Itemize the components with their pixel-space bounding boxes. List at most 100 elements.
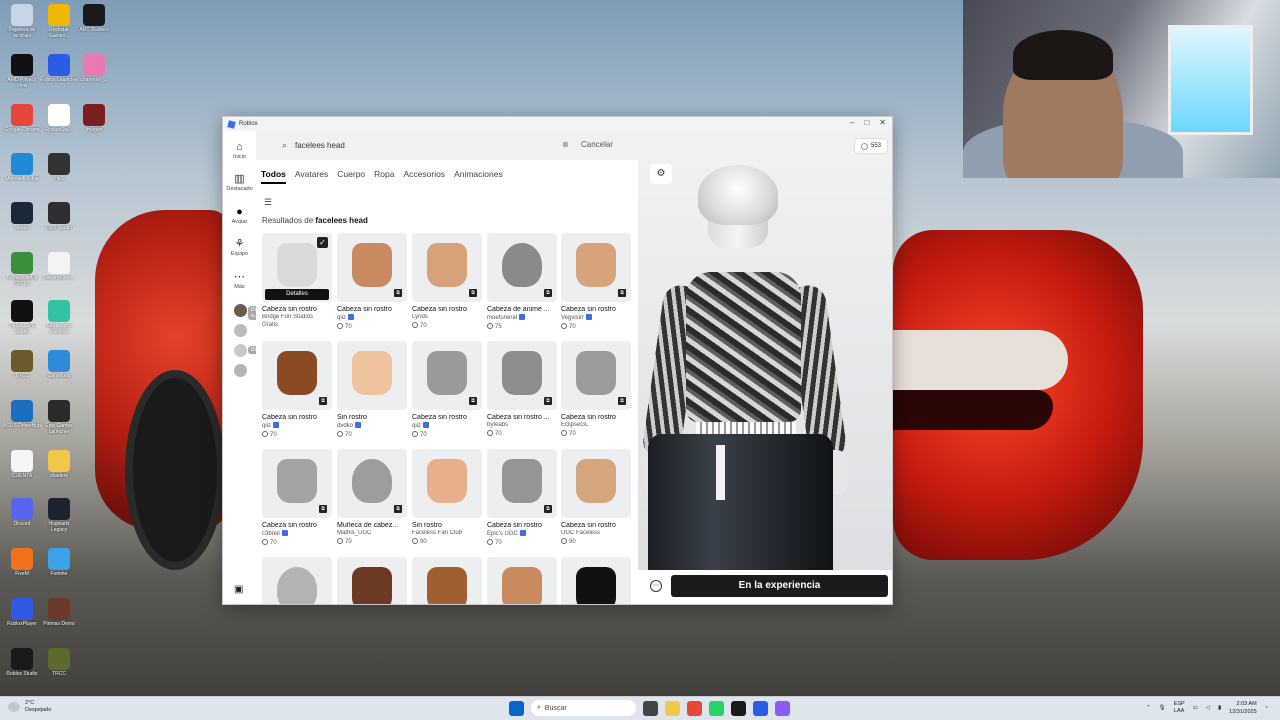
desktop-icon[interactable]: Papelera de reciclaje xyxy=(3,4,41,39)
desktop-icon[interactable]: TechPowerUp GPU-Z xyxy=(3,252,41,287)
friend-avatar[interactable] xyxy=(234,304,247,317)
clock[interactable]: 2:03 AM 12/31/2025 xyxy=(1229,700,1257,716)
catalog-item[interactable] xyxy=(561,557,631,604)
catalog-item[interactable]: ⧉ Cabeza sin rostro Lyrids 70 xyxy=(412,233,482,329)
item-creator[interactable]: Faceless Fan Club xyxy=(412,530,482,536)
desktop-icon[interactable]: Fortnite xyxy=(40,548,78,583)
desktop-icon[interactable]: Streamlabs Desktop xyxy=(40,300,78,335)
catalog-item[interactable]: ⧉ Cabeza sin rostro ... byteabs 70 xyxy=(487,341,557,437)
item-creator[interactable]: qiiz xyxy=(337,314,407,321)
taskbar-search[interactable]: ⌕ Buscar xyxy=(531,700,636,716)
desktop-icon[interactable]: ARC Raiders xyxy=(75,4,113,39)
item-thumbnail[interactable] xyxy=(262,557,332,604)
battery-icon[interactable]: ▮ xyxy=(1218,705,1221,711)
tab-avatares[interactable]: Avatares xyxy=(295,169,328,184)
desktop-icon[interactable]: Steam xyxy=(3,202,41,237)
desktop-icon[interactable]: Epic Games Launcher xyxy=(40,400,78,435)
catalog-item[interactable]: ⧉ Cabeza sin rostro EclipseGL 70 xyxy=(561,341,631,437)
search-input[interactable]: facelees head xyxy=(295,141,345,150)
taskbar-app-icon[interactable] xyxy=(731,700,746,716)
item-creator[interactable]: Mathis_UGC xyxy=(337,530,407,536)
item-thumbnail[interactable]: ⧉ xyxy=(561,233,631,302)
checkmark-icon[interactable]: ✓ xyxy=(317,237,328,248)
catalog-item[interactable] xyxy=(262,557,332,604)
sidebar-item-avatar[interactable]: ● Avatar xyxy=(223,206,256,225)
desktop-icon[interactable]: Roblox Studio xyxy=(3,648,41,683)
item-thumbnail[interactable]: ⧉ xyxy=(337,449,407,518)
desktop-icon[interactable]: Microsoft Edge xyxy=(3,153,41,188)
taskbar-app-icon[interactable] xyxy=(753,700,768,716)
item-thumbnail[interactable]: ⧉ xyxy=(262,341,332,410)
item-thumbnail[interactable]: ⧉ xyxy=(412,341,482,410)
desktop-icon[interactable]: Pirimas Demo xyxy=(40,598,78,633)
cancel-button[interactable]: Cancelar xyxy=(581,140,613,149)
tab-accesorios[interactable]: Accesorios xyxy=(403,169,445,184)
catalog-item[interactable] xyxy=(337,557,407,604)
taskbar-app-icon[interactable] xyxy=(643,700,658,716)
notifications-icon[interactable]: ◔ xyxy=(1265,705,1268,711)
robux-balance[interactable]: 553 xyxy=(854,138,888,154)
catalog-item[interactable]: ⧉ Cabeza sin rostro qiiz 70 xyxy=(337,233,407,330)
close-button[interactable]: ✕ xyxy=(879,118,886,127)
item-thumbnail[interactable]: ✓ Detalles xyxy=(262,233,332,302)
catalog-item[interactable]: ⧉ Cabeza sin rostro Vegvisirr 70 xyxy=(561,233,631,330)
item-creator[interactable]: moefuneral xyxy=(487,314,557,321)
item-thumbnail[interactable]: ⧉ xyxy=(487,341,557,410)
desktop-icon[interactable]: Hogwarts Legacy xyxy=(40,498,78,533)
language-indicator[interactable]: ESP LAA xyxy=(1174,701,1185,715)
network-icon[interactable]: ▭ xyxy=(1193,705,1198,711)
desktop-icon[interactable]: CUENTA xyxy=(3,450,41,485)
item-creator[interactable]: dvdko xyxy=(337,422,407,429)
item-creator[interactable]: EclipseGL xyxy=(561,422,631,428)
desktop-icon[interactable]: TikTok LIVE Studio xyxy=(3,300,41,335)
tab-animaciones[interactable]: Animaciones xyxy=(454,169,503,184)
item-thumbnail[interactable]: ⧉ xyxy=(561,341,631,410)
item-thumbnail[interactable]: ⧉ xyxy=(487,233,557,302)
item-thumbnail[interactable]: ⧉ xyxy=(487,449,557,518)
item-creator[interactable]: byteabs xyxy=(487,422,557,428)
item-thumbnail[interactable] xyxy=(337,341,407,410)
taskbar-app-icon[interactable] xyxy=(665,700,680,716)
item-thumbnail[interactable]: ⧉ xyxy=(262,449,332,518)
minimize-button[interactable]: – xyxy=(850,118,854,127)
item-creator[interactable]: Bridge Fun Studios xyxy=(262,314,332,320)
item-thumbnail[interactable] xyxy=(412,557,482,604)
weather-widget[interactable]: 2°C Despejado xyxy=(8,700,51,714)
desktop-icon[interactable]: Discord xyxy=(3,498,41,533)
catalog-item[interactable]: ✓ Detalles Cabeza sin rostro Bridge Fun Stu… xyxy=(262,233,332,328)
desktop-icon[interactable]: StreamElem... xyxy=(40,252,78,287)
item-creator[interactable]: Vegvisirr xyxy=(561,314,631,321)
preview-settings-icon[interactable]: ⚙ xyxy=(650,164,672,184)
item-thumbnail[interactable] xyxy=(487,557,557,604)
desktop-icon[interactable]: Roblox Launcher xyxy=(40,54,78,89)
desktop-icon[interactable]: FiveM xyxy=(3,548,41,583)
desktop-icon[interactable]: AMD Privacy View xyxy=(3,54,41,89)
tab-todos[interactable]: Todos xyxy=(261,169,286,184)
catalog-item[interactable]: ⧉ Cabeza sin rostro c3breil 70 xyxy=(262,449,332,546)
item-thumbnail[interactable] xyxy=(337,557,407,604)
catalog-item[interactable]: ⧉ Muñeca de cabez... Mathis_UGC 70 xyxy=(337,449,407,545)
sidebar-item-mas[interactable]: ⋯ Más xyxy=(223,271,256,290)
item-thumbnail[interactable]: ⧉ xyxy=(337,233,407,302)
clear-search-icon[interactable]: ⊗ xyxy=(562,140,569,149)
desktop-icon[interactable]: shaders xyxy=(40,450,78,485)
item-creator[interactable]: Lyrids xyxy=(412,314,482,320)
sidebar-item-destacado[interactable]: ▥ Destacado xyxy=(223,173,256,192)
desktop-icon[interactable]: Google Chrome xyxy=(3,104,41,139)
tab-cuerpo[interactable]: Cuerpo xyxy=(337,169,365,184)
catalog-item[interactable]: ⧉ Cabeza sin rostro qiiz 70 xyxy=(412,341,482,438)
catalog-item[interactable]: ⧉ Cabeza sin rostro qiiz 70 xyxy=(262,341,332,438)
in-experience-button[interactable]: En la experiencia xyxy=(671,575,888,597)
catalog-item[interactable]: ⧉ Cabeza de anime ... moefuneral 75 xyxy=(487,233,557,330)
item-thumbnail[interactable] xyxy=(412,449,482,518)
desktop-icon[interactable]: chanrexx_... xyxy=(75,54,113,89)
details-button[interactable]: Detalles xyxy=(265,289,329,300)
catalog-item[interactable]: Sin rostro Faceless Fan Club 90 xyxy=(412,449,482,545)
item-creator[interactable]: UGC Faceless xyxy=(561,530,631,536)
catalog-item[interactable]: Sin rostro dvdko 70 xyxy=(337,341,407,438)
desktop-icon[interactable]: HitS xyxy=(40,153,78,188)
start-icon[interactable] xyxy=(509,700,524,716)
item-creator[interactable]: Epic's UGC xyxy=(487,530,557,537)
tab-ropa[interactable]: Ropa xyxy=(374,169,394,184)
roblox-menu-icon[interactable]: ▣ xyxy=(234,584,243,595)
